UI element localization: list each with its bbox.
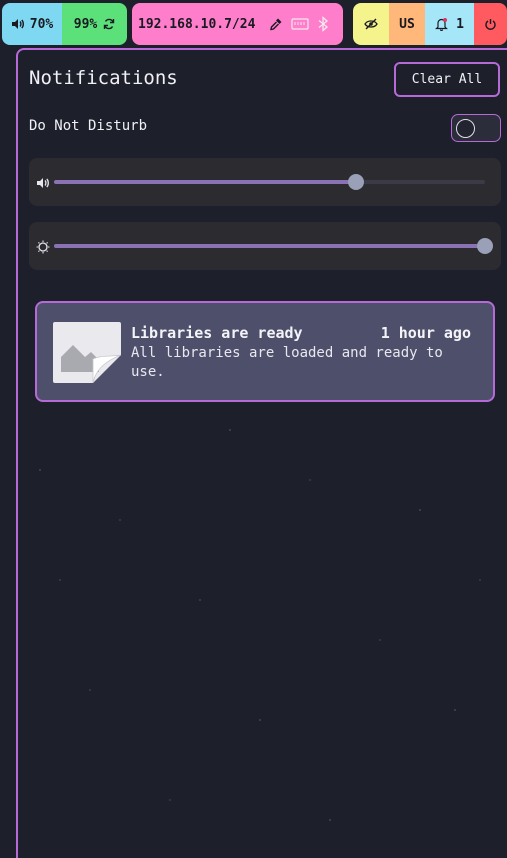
- dnd-label: Do Not Disturb: [29, 118, 148, 134]
- speaker-icon: [36, 175, 50, 189]
- keyboard-layout-label: US: [399, 16, 415, 32]
- volume-value: 70%: [29, 16, 54, 32]
- volume-widget[interactable]: 70%: [2, 3, 62, 45]
- power-icon: [484, 18, 497, 31]
- keyboard-layout[interactable]: US: [389, 3, 425, 45]
- dnd-toggle[interactable]: [451, 114, 501, 142]
- system-module: US 1: [353, 3, 507, 45]
- notification-card[interactable]: Libraries are ready 1 hour ago All libra…: [35, 301, 495, 402]
- notification-count: 1: [456, 16, 464, 32]
- notification-title: Libraries are ready: [131, 324, 303, 342]
- volume-slider-handle[interactable]: [347, 174, 364, 190]
- eye-off-icon: [364, 18, 378, 30]
- ip-address: 192.168.10.7/24: [138, 16, 256, 32]
- privacy-toggle[interactable]: [353, 3, 389, 45]
- battery-value: 99%: [73, 16, 98, 32]
- image-placeholder-icon: [53, 322, 122, 384]
- notification-toggle[interactable]: 1: [425, 3, 474, 45]
- power-button[interactable]: [474, 3, 507, 45]
- speaker-icon: [11, 18, 24, 30]
- battery-widget[interactable]: 99%: [62, 3, 127, 45]
- top-bar: 70% 99% 192.168.10.7/24 US 1: [0, 3, 507, 45]
- brightness-slider-handle[interactable]: [477, 238, 493, 254]
- notification-body: All libraries are loaded and ready to us…: [131, 345, 443, 380]
- dnd-toggle-knob: [456, 119, 475, 138]
- ethernet-icon[interactable]: [291, 17, 310, 31]
- volume-slider-fill: [54, 180, 356, 184]
- bell-icon: [435, 17, 449, 31]
- brightness-slider[interactable]: [54, 238, 493, 254]
- brightness-slider-card: [29, 222, 501, 270]
- network-module[interactable]: 192.168.10.7/24: [132, 3, 343, 45]
- eyedropper-icon[interactable]: [269, 17, 283, 31]
- sun-icon: [36, 239, 50, 254]
- brightness-slider-fill: [54, 244, 485, 248]
- bluetooth-icon[interactable]: [317, 16, 329, 32]
- audio-battery-module: 70% 99%: [2, 3, 127, 45]
- volume-slider[interactable]: [54, 174, 485, 190]
- clear-all-button[interactable]: Clear All: [394, 62, 500, 97]
- volume-slider-card: [29, 158, 501, 206]
- panel-title: Notifications: [29, 67, 178, 89]
- sync-icon: [103, 18, 115, 30]
- notification-time: 1 hour ago: [380, 324, 471, 342]
